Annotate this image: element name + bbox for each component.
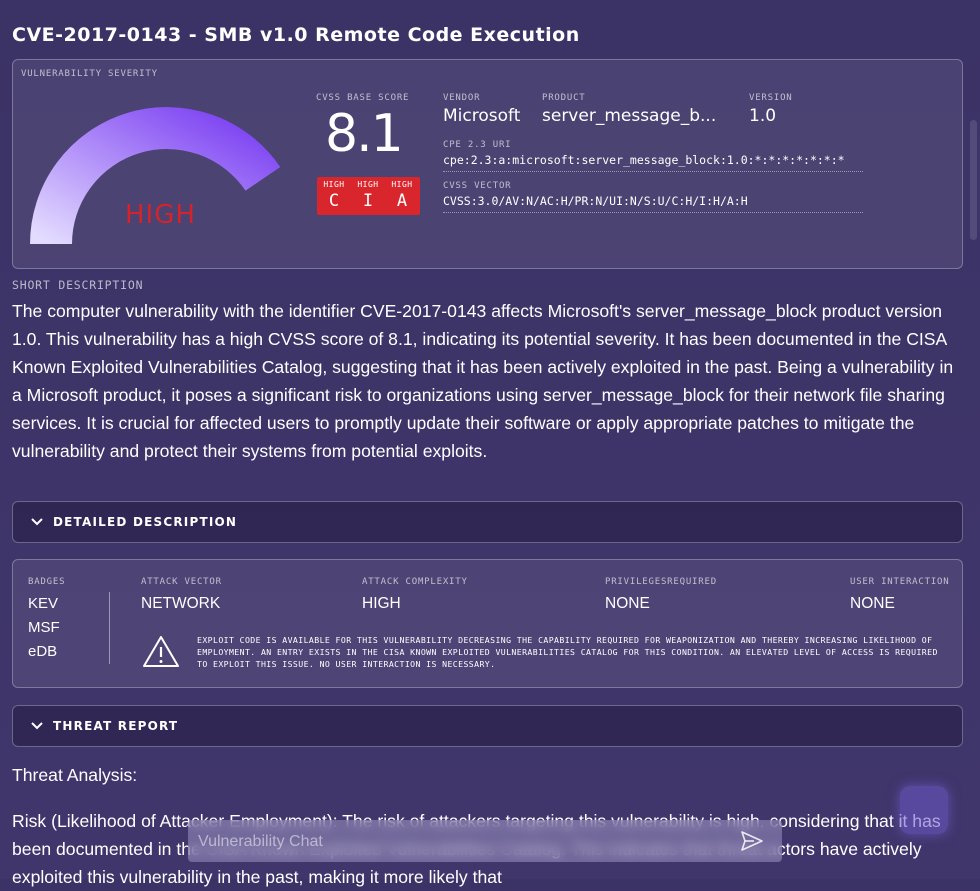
warning-icon bbox=[143, 636, 179, 667]
short-description-text: The computer vulnerability with the iden… bbox=[12, 301, 954, 461]
chat-bar bbox=[188, 820, 782, 862]
cia-integrity: HIGH I bbox=[351, 177, 385, 211]
attack-complexity-label: ATTACK COMPLEXITY bbox=[362, 577, 468, 587]
metrics-panel: BADGES KEV MSF eDB ATTACK VECTOR NETWORK… bbox=[12, 559, 963, 688]
vector-label: CVSS VECTOR bbox=[443, 181, 512, 191]
privileges-label: PRIVILEGESREQUIRED bbox=[605, 577, 717, 587]
send-icon[interactable] bbox=[740, 830, 764, 852]
product-label: PRODUCT bbox=[542, 93, 586, 103]
cia-availability: HIGH A bbox=[385, 177, 419, 211]
cia-letter: A bbox=[396, 191, 408, 211]
cia-level: HIGH bbox=[391, 180, 413, 189]
attack-vector-label: ATTACK VECTOR bbox=[141, 577, 222, 587]
vector-value: CVSS:3.0/AV:N/AC:H/PR:N/UI:N/S:U/C:H/I:H… bbox=[443, 194, 863, 213]
user-interaction-value: NONE bbox=[850, 595, 895, 612]
score-label: CVSS BASE SCORE bbox=[316, 93, 410, 103]
cpe-label: CPE 2.3 URI bbox=[443, 140, 512, 150]
scrollbar-thumb[interactable] bbox=[970, 120, 977, 240]
vendor-value: Microsoft bbox=[443, 106, 521, 126]
user-interaction-label: USER INTERACTION bbox=[850, 577, 950, 587]
short-description-label: SHORT DESCRIPTION bbox=[12, 278, 144, 292]
cia-level: HIGH bbox=[357, 180, 379, 189]
severity-gauge bbox=[30, 107, 283, 245]
scrollbar[interactable] bbox=[966, 0, 980, 879]
badge-edb: eDB bbox=[28, 643, 58, 660]
cia-letter: C bbox=[328, 191, 340, 211]
threat-analysis-heading: Threat Analysis: bbox=[12, 765, 138, 785]
vendor-label: VENDOR bbox=[443, 93, 481, 103]
badges-label: BADGES bbox=[28, 577, 66, 587]
gauge-track bbox=[263, 179, 283, 244]
accordion-label: DETAILED DESCRIPTION bbox=[53, 515, 238, 529]
chat-input[interactable] bbox=[196, 828, 730, 856]
version-label: VERSION bbox=[749, 93, 793, 103]
accordion-label: THREAT REPORT bbox=[53, 719, 179, 733]
version-value: 1.0 bbox=[749, 106, 777, 126]
cia-impact-box: HIGH C HIGH I HIGH A bbox=[317, 177, 420, 215]
badge-msf: MSF bbox=[28, 619, 60, 636]
severity-section-label: VULNERABILITY SEVERITY bbox=[21, 69, 158, 79]
cpe-value: cpe:2.3:a:microsoft:server_message_block… bbox=[443, 153, 863, 172]
cia-letter: I bbox=[362, 191, 374, 211]
page-title: CVE-2017-0143 - SMB v1.0 Remote Code Exe… bbox=[12, 24, 580, 46]
attack-vector-value: NETWORK bbox=[141, 595, 221, 612]
score-value: 8.1 bbox=[325, 104, 404, 164]
badge-kev: KEV bbox=[28, 595, 59, 612]
assistant-button[interactable] bbox=[900, 786, 948, 834]
severity-panel: VULNERABILITY SEVERITY HIGH CVSS BASE SC… bbox=[12, 59, 963, 269]
severity-rating: HIGH bbox=[125, 200, 196, 230]
cia-level: HIGH bbox=[323, 180, 345, 189]
threat-report-accordion[interactable]: THREAT REPORT bbox=[12, 705, 963, 747]
detailed-description-accordion[interactable]: DETAILED DESCRIPTION bbox=[12, 501, 963, 543]
privileges-value: NONE bbox=[605, 595, 650, 612]
cia-confidentiality: HIGH C bbox=[317, 177, 351, 211]
chevron-down-icon bbox=[31, 518, 43, 526]
attack-complexity-value: HIGH bbox=[362, 595, 401, 612]
product-value: server_message_b... bbox=[542, 106, 717, 126]
badges-divider bbox=[109, 592, 110, 664]
exploit-note: Exploit code is available for this vulne… bbox=[197, 635, 938, 669]
chevron-down-icon bbox=[31, 722, 43, 730]
